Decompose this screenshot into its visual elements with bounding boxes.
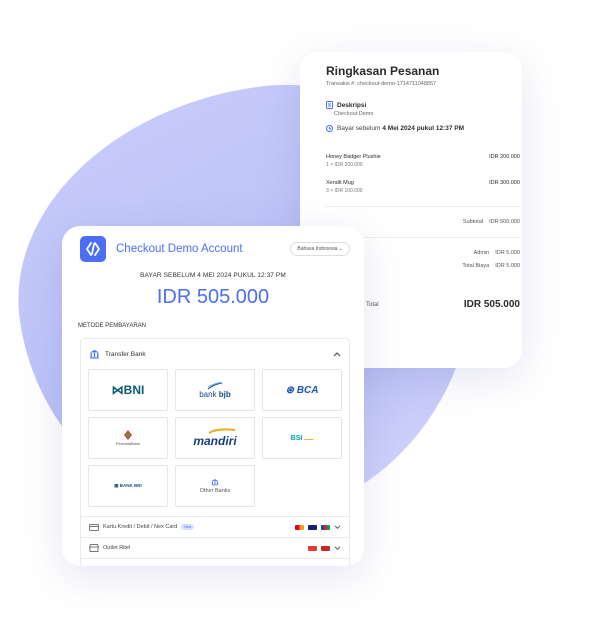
store-icon [89, 544, 99, 552]
jcb-icon [321, 524, 330, 530]
bank-transfer-toggle[interactable]: Transfer Bank [89, 349, 341, 359]
description-label: Deskripsi [337, 101, 367, 109]
subtotal-value: IDR 500.000 [489, 219, 520, 225]
document-icon [326, 101, 333, 109]
admin-label: Admin [473, 250, 490, 256]
subtotal-row: Subtotal IDR 500.000 [326, 219, 520, 225]
bjb-logo: bank bjb [199, 389, 231, 399]
item-price: IDR 300.000 [489, 180, 520, 186]
order-item: Xendit Mug IDR 300.000 3 × IDR 100.000 [326, 180, 520, 194]
checkout-amount: IDR 505.000 [156, 286, 270, 308]
other-banks-label: Other Banks [199, 488, 231, 494]
card-brand-icons [295, 524, 341, 530]
bank-option-bni[interactable]: ⋈BNI [88, 369, 168, 411]
payment-method-label: METODE PEMBAYARAN [78, 323, 147, 329]
card-payment-label: Kartu Kredit / Debit / Nex Card [103, 524, 178, 530]
total-fee-value: IDR 5.000 [495, 263, 520, 269]
transaction-id: Transaksi #: checkout-demo-1714711048857 [326, 81, 437, 87]
admin-value: IDR 5.000 [495, 250, 520, 256]
checkout-header: Checkout Demo Account Bahasa Indonesia ⌄ [80, 235, 350, 263]
retail-brand-icons [308, 545, 341, 551]
chevron-up-icon [333, 352, 341, 357]
indomaret-icon [321, 545, 330, 551]
due-date: 4 Mei 2024 pukul 12:37 PM [382, 125, 465, 132]
item-qty: 1 × IDR 200.000 [326, 162, 363, 168]
language-selector[interactable]: Bahasa Indonesia ⌄ [290, 242, 350, 256]
bank-icon [211, 479, 219, 486]
alfamart-icon [308, 545, 317, 551]
clock-icon [326, 125, 333, 132]
bank-option-bri[interactable]: ▣ BANK BRI [88, 465, 168, 507]
bni-logo: ⋈BNI [111, 383, 145, 397]
order-item: Honey Badger Plushie IDR 200.000 1 × IDR… [326, 154, 520, 168]
new-badge: New [181, 524, 195, 530]
bank-icon [90, 350, 99, 359]
credit-card-icon [89, 523, 99, 531]
description-row: Deskripsi [326, 101, 520, 109]
bjb-swoosh-icon [207, 381, 223, 389]
description-value: Checkout Demo [334, 111, 374, 117]
permata-logo-icon [124, 430, 132, 440]
item-qty: 3 × IDR 100.000 [326, 188, 363, 194]
retail-outlet-label: Outlet Ritel [103, 545, 131, 551]
mastercard-icon [295, 524, 304, 530]
visa-icon [308, 524, 317, 530]
item-price: IDR 200.000 [489, 154, 520, 160]
divider [326, 206, 520, 207]
xendit-logo-icon [80, 236, 106, 262]
bca-logo: ⊛ BCA [285, 384, 319, 396]
permata-logo: PermataBank [115, 441, 141, 446]
summary-due: Bayar sebelum 4 Mei 2024 pukul 12:37 PM [326, 125, 520, 132]
subtotal-label: Subtotal [462, 219, 484, 225]
chevron-down-icon [334, 524, 341, 529]
item-name: Xendit Mug [326, 180, 354, 186]
due-prefix: Bayar sebelum [337, 125, 381, 132]
total-fee-label: Total Biaya [462, 263, 490, 269]
summary-title: Ringkasan Pesanan [326, 64, 440, 78]
bank-option-permata[interactable]: PermataBank [88, 417, 168, 459]
item-name: Honey Badger Plushie [326, 154, 381, 160]
account-name: Checkout Demo Account [116, 243, 243, 255]
total-value: IDR 505.000 [463, 299, 520, 310]
bank-transfer-label: Transfer Bank [105, 350, 146, 358]
checkout-due: BAYAR SEBELUM 4 MEI 2024 PUKUL 12:37 PM [140, 272, 286, 279]
bank-option-bca[interactable]: ⊛ BCA [262, 369, 342, 411]
bank-option-bjb[interactable]: bank bjb [175, 369, 255, 411]
bsi-logo: BSI ▬▬▬ [290, 434, 314, 442]
chevron-down-icon [334, 545, 341, 550]
bank-option-other[interactable]: Other Banks [175, 465, 255, 507]
retail-outlet-row[interactable]: Outlet Ritel [80, 537, 350, 559]
card-payment-row[interactable]: Kartu Kredit / Debit / Nex Card New [80, 516, 350, 538]
checkout-card: Checkout Demo Account Bahasa Indonesia ⌄… [62, 226, 364, 566]
mandiri-logo: mandiri [193, 434, 237, 448]
bri-logo: ▣ BANK BRI [114, 483, 142, 488]
bank-option-bsi[interactable]: BSI ▬▬▬ [262, 417, 342, 459]
bank-option-mandiri[interactable]: mandiri [175, 417, 255, 459]
